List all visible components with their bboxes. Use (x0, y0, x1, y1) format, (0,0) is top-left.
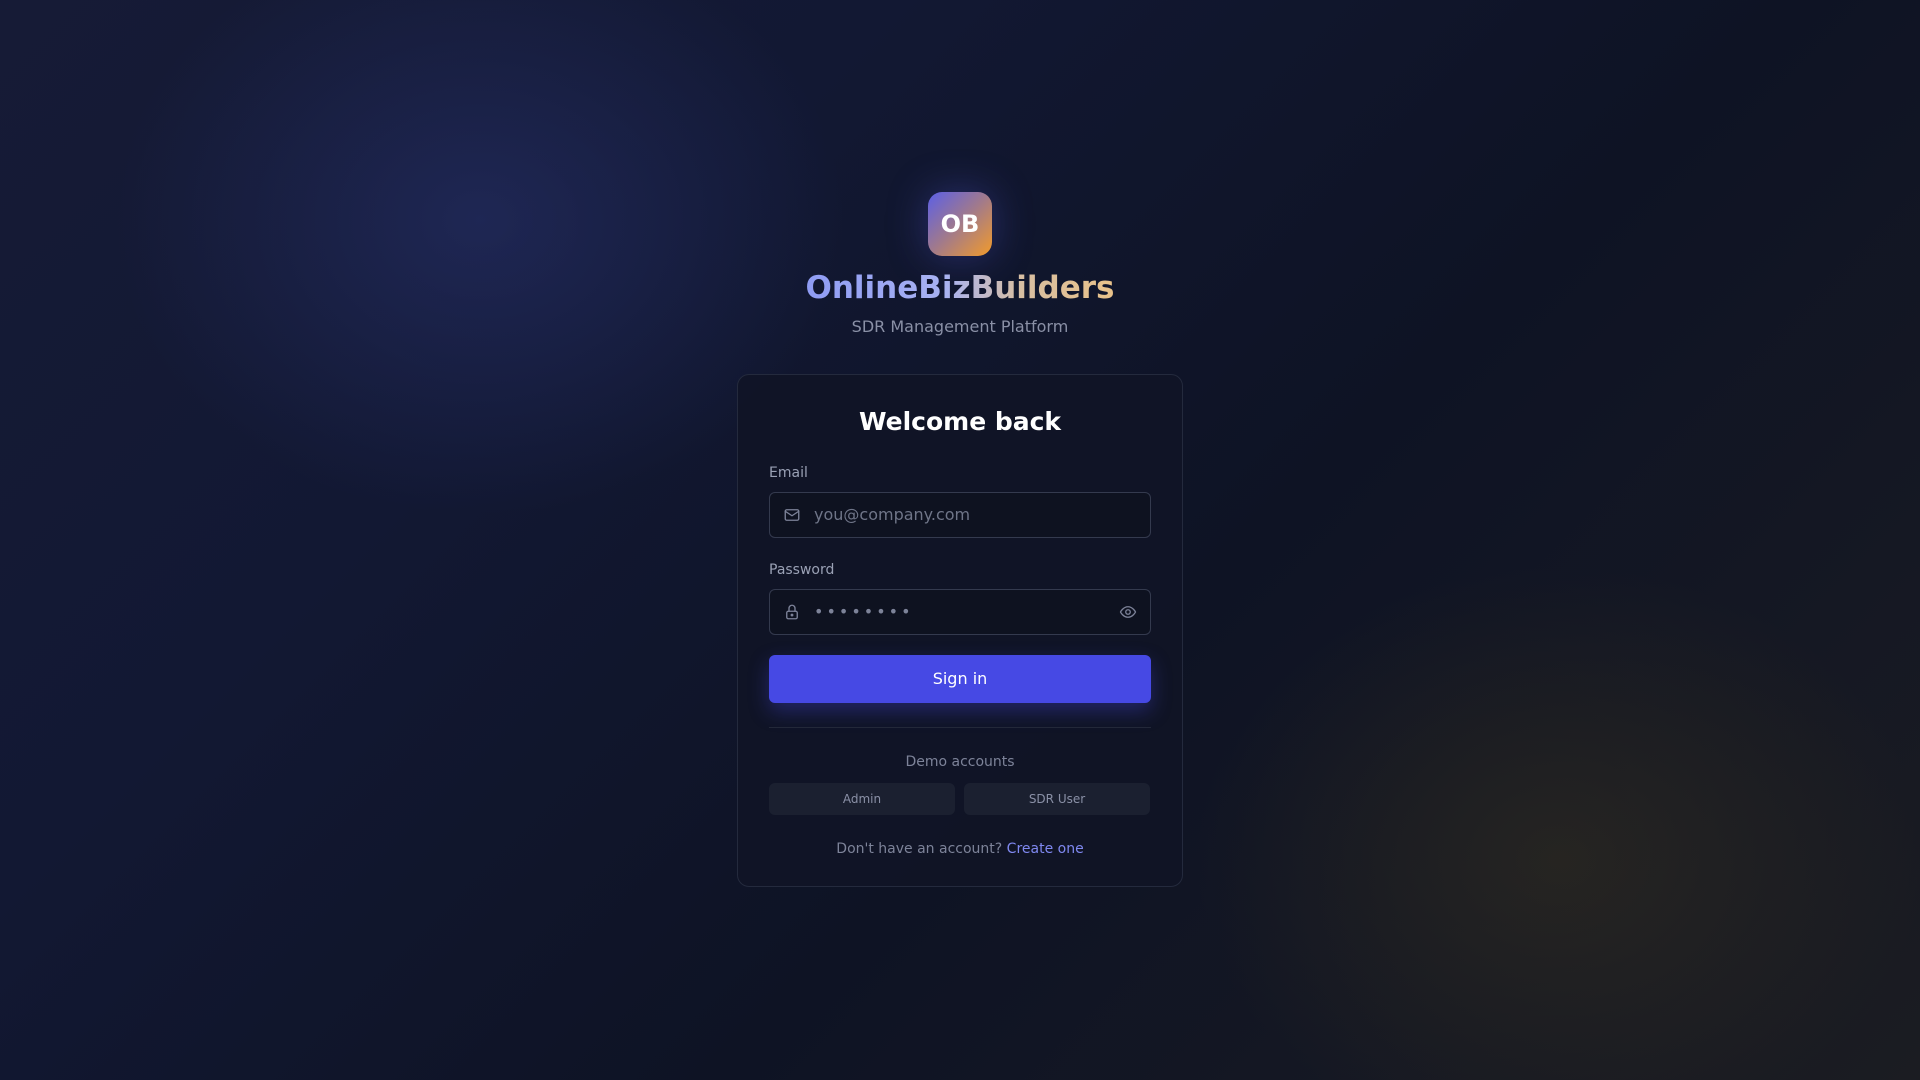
eye-icon[interactable] (1106, 590, 1150, 634)
email-field[interactable] (814, 492, 1150, 537)
demo-admin-button[interactable]: Admin (769, 783, 955, 816)
divider (769, 726, 1151, 728)
password-field[interactable]: •••••••• (814, 602, 1106, 621)
password-field-wrapper: •••••••• (769, 588, 1151, 635)
email-label: Email (769, 465, 808, 481)
email-field-wrapper (769, 491, 1151, 538)
sign-in-button[interactable]: Sign in (769, 654, 1151, 703)
login-title: Welcome back (858, 407, 1062, 436)
login-card: Welcome back Email Password •••••••• (737, 374, 1183, 887)
logo-text: OB (940, 210, 980, 238)
logo: OB (928, 192, 992, 256)
signup-prompt: Don't have an account? Create one (769, 841, 1151, 858)
brand-header: OB OnlineBizBuilders SDR Management Plat… (0, 192, 1920, 336)
demo-accounts-title: Demo accounts (905, 753, 1015, 770)
password-label: Password (769, 561, 835, 578)
lock-icon (770, 603, 814, 621)
demo-accounts-row: Admin SDR User (769, 783, 1151, 816)
signup-prompt-text: Don't have an account? (836, 841, 1003, 858)
brand-subtitle: SDR Management Platform (851, 317, 1069, 337)
brand-name: OnlineBizBuilders (805, 270, 1115, 306)
create-account-link[interactable]: Create one (1007, 841, 1084, 857)
mail-icon (770, 506, 814, 524)
demo-sdr-user-button[interactable]: SDR User (964, 783, 1150, 816)
